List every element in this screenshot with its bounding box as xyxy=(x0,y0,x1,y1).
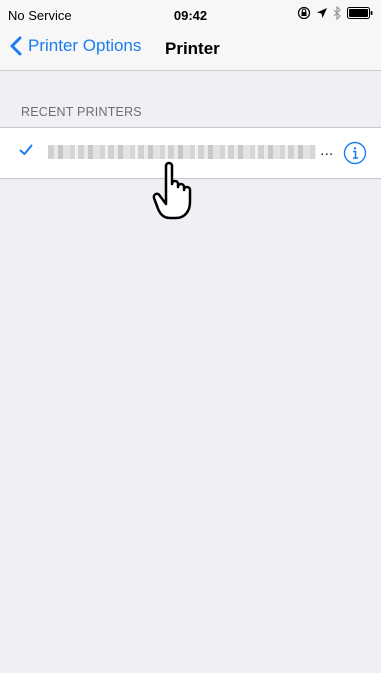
page-title: Printer xyxy=(165,39,220,58)
status-icons xyxy=(297,6,373,20)
chevron-left-icon xyxy=(10,36,22,56)
navigation-bar: Printer Options Printer xyxy=(0,30,381,71)
status-bar: No Service 09:42 xyxy=(0,0,381,30)
back-button[interactable]: Printer Options xyxy=(10,36,141,56)
battery-icon xyxy=(347,7,373,19)
back-button-label: Printer Options xyxy=(28,36,142,55)
orientation-lock-icon xyxy=(297,6,311,20)
bluetooth-icon xyxy=(333,6,341,20)
truncation-ellipsis: ... xyxy=(320,142,334,159)
section-header-recent-printers: RECENT PRINTERS xyxy=(21,105,142,119)
hand-pointer-icon xyxy=(152,161,192,220)
location-arrow-icon xyxy=(317,8,327,18)
printer-name-redacted xyxy=(48,145,316,159)
checkmark-icon xyxy=(19,144,33,155)
info-icon[interactable] xyxy=(343,141,367,165)
